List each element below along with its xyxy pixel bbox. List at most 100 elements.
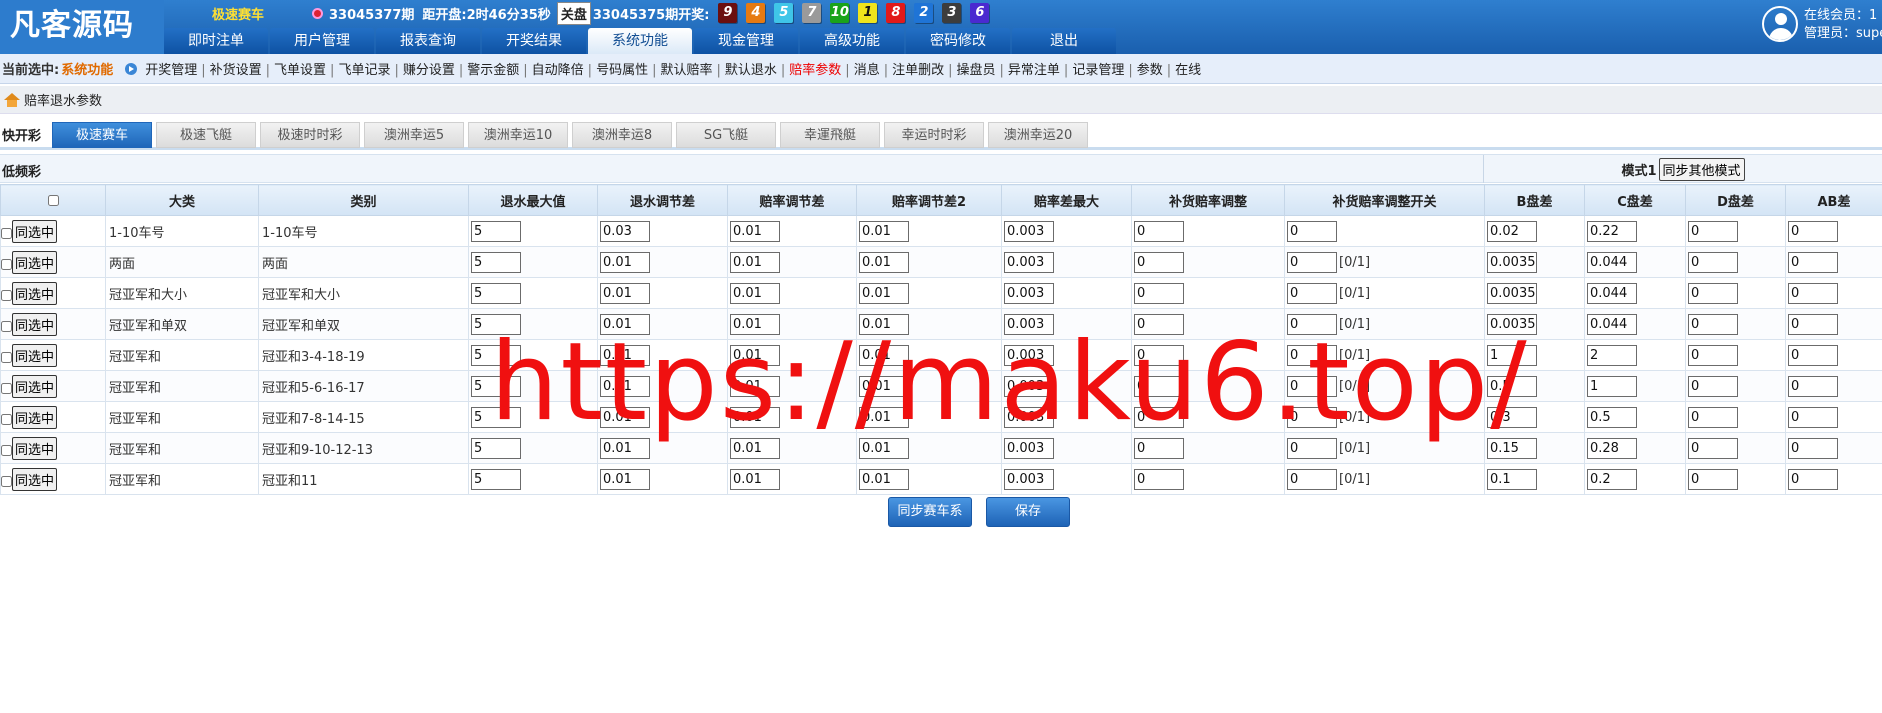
value-input[interactable]: [859, 406, 909, 428]
value-input[interactable]: [730, 406, 780, 428]
value-input[interactable]: [1788, 282, 1838, 304]
value-input[interactable]: [471, 282, 521, 304]
row-checkbox[interactable]: [1, 258, 12, 270]
sync-selected-button[interactable]: 同选中: [12, 405, 58, 429]
row-checkbox[interactable]: [1, 227, 12, 239]
value-input[interactable]: [1134, 220, 1184, 242]
value-input[interactable]: [730, 220, 780, 242]
value-input[interactable]: [1587, 344, 1637, 366]
value-input[interactable]: [1287, 220, 1337, 242]
value-input[interactable]: [1788, 344, 1838, 366]
sub-menu-link[interactable]: 消息: [854, 63, 880, 78]
sub-menu-link[interactable]: 飞单设置: [274, 63, 326, 78]
lottery-tab[interactable]: 幸運飛艇: [780, 121, 880, 148]
value-input[interactable]: [1788, 220, 1838, 242]
value-input[interactable]: [859, 375, 909, 397]
value-input[interactable]: [1287, 251, 1337, 273]
nav-tab[interactable]: 密码修改: [906, 28, 1010, 54]
value-input[interactable]: [600, 220, 650, 242]
nav-tab[interactable]: 高级功能: [800, 28, 904, 54]
nav-tab[interactable]: 开奖结果: [482, 28, 586, 54]
sub-menu-link[interactable]: 自动降倍: [532, 63, 584, 78]
value-input[interactable]: [471, 375, 521, 397]
value-input[interactable]: [1287, 468, 1337, 490]
value-input[interactable]: [1487, 220, 1537, 242]
lottery-tab[interactable]: 澳洲幸运8: [572, 121, 672, 148]
value-input[interactable]: [1688, 375, 1738, 397]
sync-selected-button[interactable]: 同选中: [12, 250, 58, 274]
value-input[interactable]: [1487, 313, 1537, 335]
value-input[interactable]: [730, 313, 780, 335]
value-input[interactable]: [1134, 344, 1184, 366]
value-input[interactable]: [730, 251, 780, 273]
value-input[interactable]: [1587, 251, 1637, 273]
value-input[interactable]: [1788, 313, 1838, 335]
sync-selected-button[interactable]: 同选中: [12, 312, 58, 336]
value-input[interactable]: [1004, 406, 1054, 428]
value-input[interactable]: [1587, 437, 1637, 459]
value-input[interactable]: [600, 375, 650, 397]
sync-selected-button[interactable]: 同选中: [12, 219, 58, 243]
nav-tab[interactable]: 退出: [1012, 28, 1116, 54]
sub-menu-link[interactable]: 注单删改: [892, 63, 944, 78]
value-input[interactable]: [1287, 375, 1337, 397]
save-button[interactable]: 保存: [986, 497, 1070, 527]
value-input[interactable]: [600, 437, 650, 459]
value-input[interactable]: [859, 220, 909, 242]
row-checkbox[interactable]: [1, 382, 12, 394]
value-input[interactable]: [859, 251, 909, 273]
value-input[interactable]: [1487, 375, 1537, 397]
value-input[interactable]: [600, 406, 650, 428]
sync-selected-button[interactable]: 同选中: [12, 343, 58, 367]
value-input[interactable]: [1287, 437, 1337, 459]
sub-menu-link[interactable]: 操盘员: [957, 63, 996, 78]
value-input[interactable]: [1134, 468, 1184, 490]
lottery-tab[interactable]: SG飞艇: [676, 121, 776, 148]
value-input[interactable]: [1487, 406, 1537, 428]
row-checkbox[interactable]: [1, 475, 12, 487]
value-input[interactable]: [859, 282, 909, 304]
value-input[interactable]: [1788, 251, 1838, 273]
lottery-tab[interactable]: 澳洲幸运20: [988, 121, 1088, 148]
value-input[interactable]: [1287, 344, 1337, 366]
sub-menu-link[interactable]: 号码属性: [596, 63, 648, 78]
value-input[interactable]: [471, 437, 521, 459]
value-input[interactable]: [471, 220, 521, 242]
value-input[interactable]: [1587, 282, 1637, 304]
value-input[interactable]: [471, 468, 521, 490]
sub-menu-link[interactable]: 赔率参数: [789, 63, 841, 78]
sub-menu-link[interactable]: 警示金额: [467, 63, 519, 78]
value-input[interactable]: [1788, 375, 1838, 397]
value-input[interactable]: [1788, 406, 1838, 428]
value-input[interactable]: [1487, 344, 1537, 366]
sync-racing-series-button[interactable]: 同步赛车系列: [888, 497, 972, 547]
sync-selected-button[interactable]: 同选中: [12, 467, 58, 491]
row-checkbox[interactable]: [1, 289, 12, 301]
sync-selected-button[interactable]: 同选中: [12, 436, 58, 460]
lottery-tab[interactable]: 极速时时彩: [260, 121, 360, 148]
value-input[interactable]: [1487, 468, 1537, 490]
lottery-tab[interactable]: 极速赛车: [52, 121, 152, 148]
sub-menu-link[interactable]: 补货设置: [210, 63, 262, 78]
value-input[interactable]: [1587, 468, 1637, 490]
value-input[interactable]: [1004, 220, 1054, 242]
select-all-checkbox[interactable]: [47, 194, 59, 206]
select-all-header[interactable]: [0, 184, 106, 216]
value-input[interactable]: [859, 437, 909, 459]
value-input[interactable]: [1134, 313, 1184, 335]
lottery-tab[interactable]: 幸运时时彩: [884, 121, 984, 148]
nav-tab[interactable]: 系统功能: [588, 28, 692, 54]
lottery-tab[interactable]: 澳洲幸运5: [364, 121, 464, 148]
value-input[interactable]: [1788, 468, 1838, 490]
nav-tab[interactable]: 用户管理: [270, 28, 374, 54]
value-input[interactable]: [1587, 313, 1637, 335]
nav-tab[interactable]: 现金管理: [694, 28, 798, 54]
sub-menu-link[interactable]: 开奖管理: [145, 63, 197, 78]
value-input[interactable]: [471, 406, 521, 428]
value-input[interactable]: [859, 468, 909, 490]
row-checkbox[interactable]: [1, 444, 12, 456]
row-checkbox[interactable]: [1, 320, 12, 332]
row-checkbox[interactable]: [1, 351, 12, 363]
value-input[interactable]: [1688, 344, 1738, 366]
value-input[interactable]: [1287, 282, 1337, 304]
